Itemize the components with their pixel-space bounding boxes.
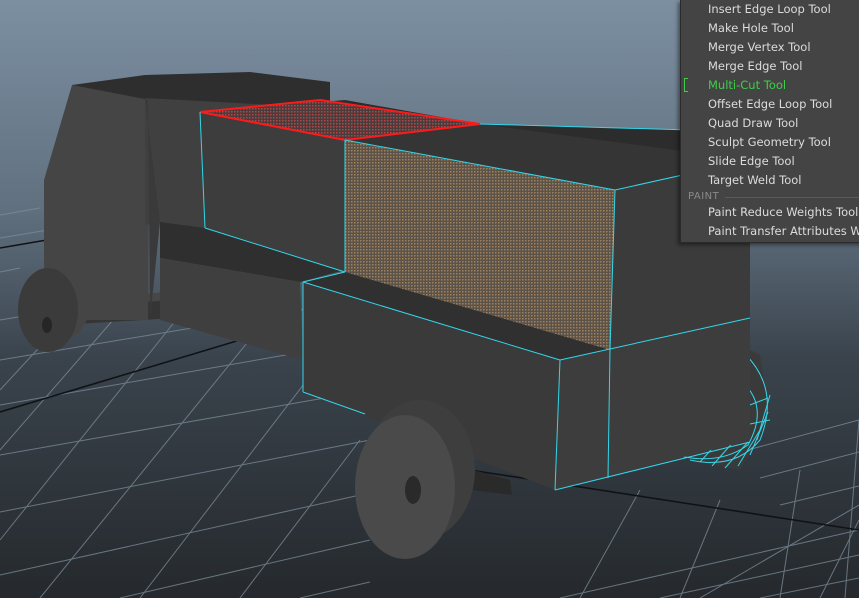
menu-item-offset-edge-loop-tool[interactable]: Offset Edge Loop Tool [681,95,859,114]
menu-item-paint-transfer-attributes[interactable]: Paint Transfer Attributes Wei [681,222,859,241]
front-wheel [18,264,90,352]
menu-section-paint: PAINT [681,190,859,204]
menu-item-multi-cut-tool[interactable]: Multi-Cut Tool [681,76,859,95]
option-box-icon[interactable] [684,78,688,92]
menu-item-insert-edge-loop-tool[interactable]: Insert Edge Loop Tool [681,0,859,19]
menu-section-label: PAINT [688,191,720,202]
menu-item-slide-edge-tool[interactable]: Slide Edge Tool [681,152,859,171]
menu-item-sculpt-geometry-tool[interactable]: Sculpt Geometry Tool [681,133,859,152]
menu-item-target-weld-tool[interactable]: Target Weld Tool [681,171,859,190]
menu-item-paint-reduce-weights-tool[interactable]: Paint Reduce Weights Tool [681,203,859,222]
tools-menu: Insert Edge Loop Tool Make Hole Tool Mer… [680,0,859,243]
menu-item-make-hole-tool[interactable]: Make Hole Tool [681,19,859,38]
menu-item-merge-edge-tool[interactable]: Merge Edge Tool [681,57,859,76]
menu-item-merge-vertex-tool[interactable]: Merge Vertex Tool [681,38,859,57]
menu-item-quad-draw-tool[interactable]: Quad Draw Tool [681,114,859,133]
menu-section-divider [725,197,859,198]
rear-wheel [355,400,475,559]
